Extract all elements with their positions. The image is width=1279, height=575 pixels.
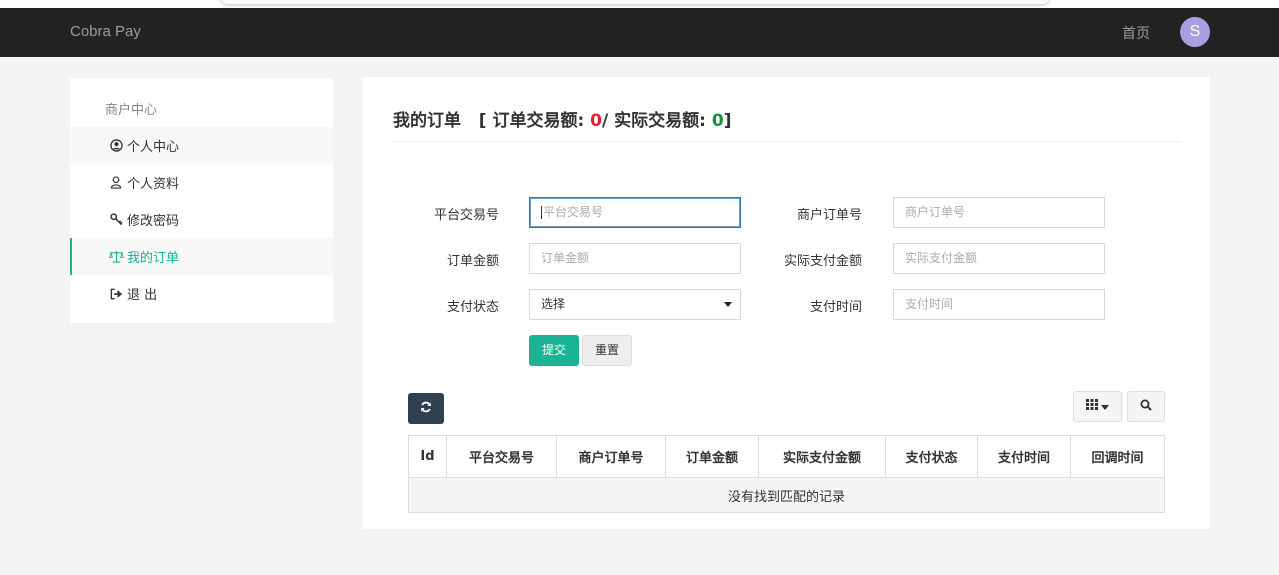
avatar[interactable]: S [1180, 17, 1210, 47]
grid-icon [1086, 399, 1098, 414]
main-panel: 我的订单 [ 订单交易额: 0/ 实际交易额: 0] 平台交易号 平台交易号 商… [363, 77, 1210, 529]
column-header-callback-time[interactable]: 回调时间 [1070, 435, 1165, 478]
sign-out-icon [108, 288, 124, 300]
sidebar-item-label: 个人资料 [127, 177, 180, 192]
sidebar-item-label: 修改密码 [127, 214, 180, 229]
refresh-icon [420, 401, 432, 417]
column-header-id[interactable]: Id [408, 435, 447, 478]
column-header-order-amount[interactable]: 订单金额 [665, 435, 759, 478]
pay-time-input[interactable]: 支付时间 [893, 289, 1105, 320]
pay-status-label: 支付状态 [446, 300, 499, 315]
caret-down-icon [1101, 399, 1109, 414]
columns-toggle-button[interactable] [1073, 391, 1122, 422]
merchant-order-no-label: 商户订单号 [796, 208, 862, 223]
summary-suffix: ] [723, 111, 732, 131]
order-amount-label: 订单金额 [446, 254, 499, 269]
column-header-pay-status[interactable]: 支付状态 [885, 435, 978, 478]
title-divider [393, 141, 1181, 142]
brand-logo[interactable]: Cobra Pay [70, 23, 141, 40]
platform-trade-no-input[interactable]: 平台交易号 [529, 197, 741, 228]
pay-time-placeholder: 支付时间 [905, 297, 954, 311]
platform-trade-no-placeholder: 平台交易号 [543, 205, 604, 219]
sidebar: 商户中心 个人中心 个人资料 修改密码 我的订单 退 出 [70, 78, 333, 323]
merchant-order-no-input[interactable]: 商户订单号 [893, 197, 1105, 228]
nav-home-link[interactable]: 首页 [1122, 23, 1150, 43]
sidebar-item-profile[interactable]: 个人资料 [70, 164, 333, 201]
column-header-platform-trade-no[interactable]: 平台交易号 [446, 435, 557, 478]
platform-trade-no-label: 平台交易号 [433, 208, 499, 223]
search-icon [1140, 399, 1152, 415]
refresh-button[interactable] [408, 393, 444, 424]
reset-button[interactable]: 重置 [582, 335, 632, 366]
sidebar-item-label: 个人中心 [127, 140, 180, 155]
summary-middle: / 实际交易额: [602, 111, 712, 131]
order-amount-input[interactable]: 订单金额 [529, 243, 741, 274]
navbar: Cobra Pay 首页 S [0, 8, 1279, 57]
top-strip [220, 0, 1050, 4]
sidebar-item-label: 我的订单 [127, 251, 180, 266]
user-icon [108, 176, 124, 189]
page-title: 我的订单 [ 订单交易额: 0/ 实际交易额: 0] [393, 106, 732, 131]
text-caret [541, 206, 542, 219]
page-title-text: 我的订单 [393, 111, 461, 131]
sidebar-title: 商户中心 [105, 103, 158, 118]
column-header-merchant-order-no[interactable]: 商户订单号 [556, 435, 666, 478]
caret-down-icon [724, 302, 732, 307]
sidebar-item-my-orders[interactable]: 我的订单 [70, 238, 333, 275]
table-header-row: Id 平台交易号 商户订单号 订单金额 实际支付金额 支付状态 支付时间 回调时… [408, 435, 1165, 478]
column-header-pay-time[interactable]: 支付时间 [977, 435, 1071, 478]
browser-top-edge [0, 0, 1279, 8]
empty-message: 没有找到匹配的记录 [408, 477, 1165, 513]
table-search-button[interactable] [1127, 391, 1165, 422]
pay-status-value: 选择 [541, 297, 566, 311]
merchant-order-no-placeholder: 商户订单号 [905, 205, 966, 219]
sidebar-item-change-password[interactable]: 修改密码 [70, 201, 333, 238]
actual-amount-input[interactable]: 实际支付金额 [893, 243, 1105, 274]
order-amount-placeholder: 订单金额 [541, 251, 590, 265]
sidebar-item-logout[interactable]: 退 出 [70, 275, 333, 312]
column-header-actual-amount[interactable]: 实际支付金额 [758, 435, 886, 478]
key-icon [108, 213, 124, 226]
user-circle-icon [108, 139, 124, 152]
sidebar-item-profile-center[interactable]: 个人中心 [70, 127, 333, 164]
actual-amount-placeholder: 实际支付金额 [905, 251, 978, 265]
actual-amount-label: 实际支付金额 [783, 254, 862, 269]
pay-status-select[interactable]: 选择 [529, 289, 741, 320]
order-amount-total: 0 [590, 111, 603, 131]
orders-table: Id 平台交易号 商户订单号 订单金额 实际支付金额 支付状态 支付时间 回调时… [408, 435, 1165, 513]
summary-prefix: [ 订单交易额: [478, 111, 591, 131]
balance-scale-icon [108, 250, 124, 263]
submit-button[interactable]: 提交 [529, 335, 579, 366]
table-row: 没有找到匹配的记录 [408, 477, 1165, 513]
sidebar-item-label: 退 出 [127, 288, 158, 303]
pay-time-label: 支付时间 [809, 300, 862, 315]
actual-amount-total: 0 [711, 111, 724, 131]
